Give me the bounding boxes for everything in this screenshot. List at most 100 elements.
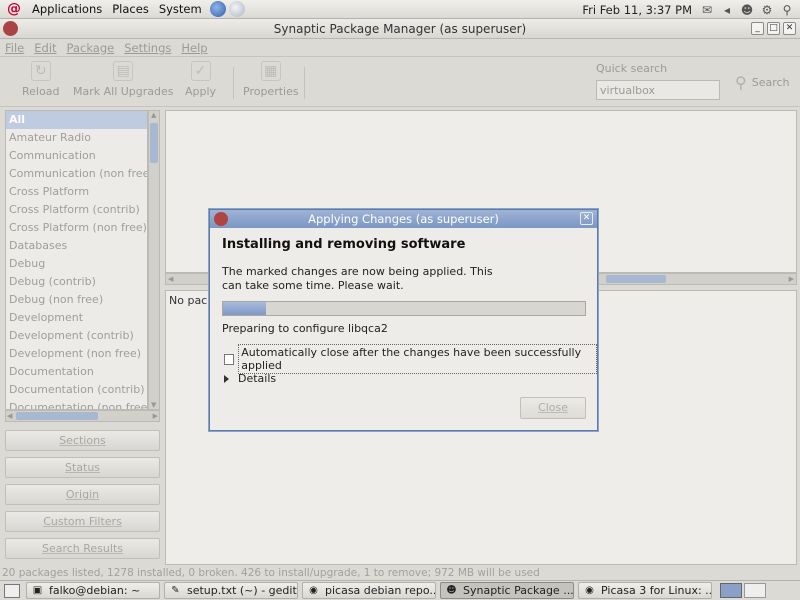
toolbar-separator bbox=[304, 67, 305, 99]
volume-icon[interactable]: ◂ bbox=[720, 3, 734, 17]
apply-button[interactable]: ✓ Apply bbox=[185, 61, 216, 98]
category-item[interactable]: Databases bbox=[6, 237, 147, 255]
scroll-right-arrow-icon[interactable]: ▶ bbox=[153, 412, 158, 420]
scroll-up-arrow-icon[interactable]: ▲ bbox=[151, 111, 156, 119]
task-terminal[interactable]: ▣ falko@debian: ~ bbox=[26, 582, 160, 599]
menubar: File Edit Package Settings Help bbox=[0, 39, 800, 57]
category-item[interactable]: Cross Platform (contrib) bbox=[6, 201, 147, 219]
scroll-left-arrow-icon[interactable]: ◀ bbox=[168, 275, 173, 283]
category-item[interactable]: Debug (contrib) bbox=[6, 273, 147, 291]
task-synaptic[interactable]: ☻ Synaptic Package ... bbox=[440, 582, 574, 599]
menu-settings[interactable]: Settings bbox=[119, 41, 176, 55]
category-item[interactable]: Documentation (contrib) bbox=[6, 381, 147, 399]
category-vertical-scrollbar[interactable]: ▲ ▼ bbox=[148, 110, 160, 410]
auto-close-option[interactable]: Automatically close after the changes ha… bbox=[224, 344, 597, 374]
scrollbar-thumb[interactable] bbox=[16, 412, 98, 420]
scrollbar-thumb[interactable] bbox=[606, 275, 666, 283]
task-label: setup.txt (~) - gedit bbox=[187, 584, 297, 597]
category-item[interactable]: Amateur Radio bbox=[6, 129, 147, 147]
quick-search-input[interactable] bbox=[596, 80, 720, 100]
menu-help[interactable]: Help bbox=[176, 41, 212, 55]
menu-edit[interactable]: Edit bbox=[29, 41, 61, 55]
task-picasa[interactable]: ◉ Picasa 3 for Linux: ... bbox=[578, 582, 712, 599]
window-title: Synaptic Package Manager (as superuser) bbox=[273, 22, 527, 36]
properties-label: Properties bbox=[243, 85, 299, 98]
menu-package[interactable]: Package bbox=[62, 41, 120, 55]
toolbar: ↻ Reload ▤ Mark All Upgrades ✓ Apply ▦ P… bbox=[0, 57, 800, 107]
text-editor-icon: ✎ bbox=[171, 585, 180, 596]
dialog-heading: Installing and removing software bbox=[222, 237, 466, 252]
upgrade-icon: ▤ bbox=[113, 61, 134, 81]
properties-button[interactable]: ▦ Properties bbox=[243, 61, 299, 98]
dialog-close-icon[interactable]: ✕ bbox=[580, 212, 593, 225]
task-gedit[interactable]: ✎ setup.txt (~) - gedit bbox=[164, 582, 298, 599]
category-list[interactable]: All Amateur Radio Communication Communicati… bbox=[5, 110, 148, 410]
minimize-button[interactable]: _ bbox=[751, 22, 764, 35]
task-label: Synaptic Package ... bbox=[463, 584, 574, 597]
mail-tray-icon[interactable]: ✉ bbox=[700, 3, 714, 17]
system-menu[interactable]: System bbox=[154, 2, 207, 16]
reload-button[interactable]: ↻ Reload bbox=[22, 61, 59, 98]
category-item[interactable]: Documentation (non free) bbox=[6, 399, 147, 409]
details-label: Details bbox=[238, 372, 277, 385]
search-button[interactable]: ⚲ Search bbox=[735, 73, 790, 92]
dialog-titlebar[interactable]: Applying Changes (as superuser) ✕ bbox=[210, 210, 597, 228]
scroll-right-arrow-icon[interactable]: ▶ bbox=[789, 275, 794, 283]
browser-launcher-icon[interactable] bbox=[209, 1, 226, 17]
auto-close-checkbox[interactable] bbox=[224, 353, 235, 365]
workspace-2[interactable] bbox=[744, 583, 766, 598]
expander-arrow-icon bbox=[224, 374, 229, 383]
workspace-1[interactable] bbox=[720, 583, 742, 598]
sections-filter-button[interactable]: Sections bbox=[5, 430, 160, 451]
category-item[interactable]: Cross Platform bbox=[6, 183, 147, 201]
category-item[interactable]: Cross Platform (non free) bbox=[6, 219, 147, 237]
custom-filters-button[interactable]: Custom Filters bbox=[5, 511, 160, 532]
search-results-filter-button[interactable]: Search Results bbox=[5, 538, 160, 559]
scroll-down-arrow-icon[interactable]: ▼ bbox=[151, 401, 156, 409]
terminal-icon: ▣ bbox=[32, 585, 43, 596]
applications-menu[interactable]: Applications bbox=[27, 2, 107, 16]
synaptic-icon bbox=[214, 212, 228, 226]
category-item[interactable]: Documentation bbox=[6, 363, 147, 381]
magnifier-icon: ⚲ bbox=[735, 73, 747, 92]
close-window-button[interactable]: ✕ bbox=[783, 22, 796, 35]
maximize-button[interactable]: □ bbox=[767, 22, 780, 35]
category-item[interactable]: Development (contrib) bbox=[6, 327, 147, 345]
category-item[interactable]: Communication (non free) bbox=[6, 165, 147, 183]
category-item[interactable]: Communication bbox=[6, 147, 147, 165]
mail-launcher-icon[interactable] bbox=[228, 1, 245, 17]
category-item[interactable]: Development bbox=[6, 309, 147, 327]
places-menu[interactable]: Places bbox=[107, 2, 154, 16]
debian-swirl-icon[interactable]: @ bbox=[6, 1, 22, 17]
category-item[interactable]: Debug bbox=[6, 255, 147, 273]
reload-label: Reload bbox=[22, 85, 60, 98]
details-expander[interactable]: Details bbox=[224, 372, 276, 385]
category-item[interactable]: Development (non free) bbox=[6, 345, 147, 363]
user-tray-icon[interactable]: ☻ bbox=[740, 3, 754, 17]
show-desktop-icon[interactable] bbox=[4, 583, 20, 598]
top-panel: @ Applications Places System Fri Feb 11,… bbox=[0, 0, 800, 19]
scrollbar-thumb[interactable] bbox=[150, 123, 158, 163]
apply-label: Apply bbox=[185, 85, 217, 98]
task-label: Picasa 3 for Linux: ... bbox=[601, 584, 712, 597]
origin-filter-button[interactable]: Origin bbox=[5, 484, 160, 505]
taskbar: ▣ falko@debian: ~ ✎ setup.txt (~) - gedi… bbox=[0, 580, 800, 600]
update-notifier-icon[interactable]: ⚙ bbox=[760, 3, 774, 17]
scroll-left-arrow-icon[interactable]: ◀ bbox=[7, 412, 12, 420]
task-browser[interactable]: ◉ picasa debian repo... bbox=[302, 582, 436, 599]
quick-search-label: Quick search bbox=[596, 62, 668, 75]
category-horizontal-scrollbar[interactable]: ◀ ▶ bbox=[5, 410, 160, 422]
task-label: picasa debian repo... bbox=[325, 584, 436, 597]
network-tray-icon[interactable]: ⚲ bbox=[780, 3, 794, 17]
menu-file[interactable]: File bbox=[0, 41, 29, 55]
category-item[interactable]: Debug (non free) bbox=[6, 291, 147, 309]
auto-close-label[interactable]: Automatically close after the changes ha… bbox=[238, 344, 597, 374]
properties-icon: ▦ bbox=[260, 61, 281, 81]
status-filter-button[interactable]: Status bbox=[5, 457, 160, 478]
progress-bar bbox=[222, 301, 586, 316]
window-titlebar[interactable]: Synaptic Package Manager (as superuser) … bbox=[0, 19, 800, 39]
category-item[interactable]: All bbox=[6, 111, 147, 129]
panel-clock[interactable]: Fri Feb 11, 3:37 PM bbox=[582, 3, 692, 17]
mark-all-upgrades-button[interactable]: ▤ Mark All Upgrades bbox=[73, 61, 174, 98]
dialog-close-button[interactable]: Close bbox=[520, 397, 586, 419]
